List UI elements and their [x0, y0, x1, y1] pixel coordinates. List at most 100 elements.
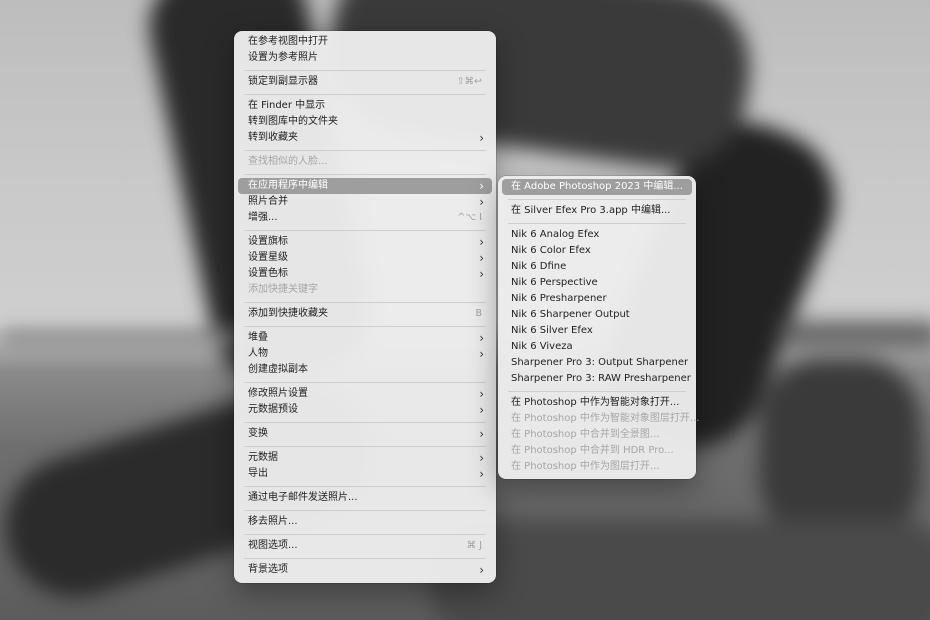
menu-separator [244, 229, 486, 231]
menu-item-create-virtual-copy[interactable]: 创建虚拟副本 [238, 362, 492, 378]
edit-in-submenu: 在 Adobe Photoshop 2023 中编辑... 在 Silver E… [498, 176, 699, 479]
chevron-right-icon: › [479, 179, 484, 193]
submenu-item-nik-viveza[interactable]: Nik 6 Viveza [502, 339, 692, 355]
menu-item-label: 在参考视图中打开 [248, 36, 328, 47]
submenu-item-nik-analog-efex[interactable]: Nik 6 Analog Efex [502, 227, 692, 243]
menu-item-email-photo[interactable]: 通过电子邮件发送照片... [238, 490, 492, 506]
menu-item-develop-settings[interactable]: 修改照片设置 › [238, 386, 492, 402]
menu-item-label: 变换 [248, 428, 268, 439]
menu-item-label: Nik 6 Perspective [511, 277, 598, 288]
submenu-item-open-as-layers: 在 Photoshop 中作为图层打开... [502, 459, 692, 475]
submenu-item-merge-to-panorama: 在 Photoshop 中合并到全景图... [502, 427, 692, 443]
submenu-item-edit-in-silver-efex[interactable]: 在 Silver Efex Pro 3.app 中编辑... [502, 203, 692, 219]
chevron-right-icon: › [479, 563, 484, 577]
menu-item-set-as-reference-photo[interactable]: 设置为参考照片 [238, 50, 492, 66]
submenu-item-nik-presharpener[interactable]: Nik 6 Presharpener [502, 291, 692, 307]
keyboard-shortcut: ⇧⌘↩ [456, 76, 482, 87]
menu-item-label: 添加快捷关键字 [248, 284, 318, 295]
menu-item-label: 转到图库中的文件夹 [248, 116, 338, 127]
menu-separator [244, 325, 486, 327]
menu-item-show-in-finder[interactable]: 在 Finder 中显示 [238, 98, 492, 114]
menu-item-add-to-quick-collection[interactable]: 添加到快捷收藏夹 B [238, 306, 492, 322]
menu-separator [244, 421, 486, 423]
menu-separator [244, 381, 486, 383]
menu-separator [244, 445, 486, 447]
chevron-right-icon: › [479, 347, 484, 361]
chevron-right-icon: › [479, 331, 484, 345]
submenu-item-merge-to-hdr-pro: 在 Photoshop 中合并到 HDR Pro... [502, 443, 692, 459]
menu-separator [244, 173, 486, 175]
submenu-item-open-as-smart-object-layers: 在 Photoshop 中作为智能对象图层打开... [502, 411, 699, 427]
menu-item-edit-in-application[interactable]: 在应用程序中编辑 › [238, 178, 492, 194]
menu-separator [244, 509, 486, 511]
menu-item-metadata[interactable]: 元数据 › [238, 450, 492, 466]
menu-item-find-similar-faces: 查找相似的人脸... [238, 154, 492, 170]
menu-item-label: 通过电子邮件发送照片... [248, 492, 358, 503]
chevron-right-icon: › [479, 403, 484, 417]
menu-item-stacking[interactable]: 堆叠 › [238, 330, 492, 346]
submenu-item-sharpener-output[interactable]: Sharpener Pro 3: Output Sharpener [502, 355, 692, 371]
menu-item-photo-merge[interactable]: 照片合并 › [238, 194, 492, 210]
menu-item-go-to-collection[interactable]: 转到收藏夹 › [238, 130, 492, 146]
menu-item-remove-photo[interactable]: 移去照片... [238, 514, 492, 530]
menu-item-label: 设置旗标 [248, 236, 288, 247]
context-menu: 在参考视图中打开 设置为参考照片 锁定到副显示器 ⇧⌘↩ 在 Finder 中显示… [234, 31, 496, 583]
menu-item-label: 照片合并 [248, 196, 288, 207]
menu-item-label: 在 Adobe Photoshop 2023 中编辑... [511, 181, 683, 192]
menu-item-people[interactable]: 人物 › [238, 346, 492, 362]
menu-item-view-options[interactable]: 视图选项... ⌘ J [238, 538, 492, 554]
submenu-item-nik-perspective[interactable]: Nik 6 Perspective [502, 275, 692, 291]
keyboard-shortcut: ⌘ J [466, 540, 482, 551]
chevron-right-icon: › [479, 251, 484, 265]
chevron-right-icon: › [479, 131, 484, 145]
menu-item-label: Nik 6 Sharpener Output [511, 309, 630, 320]
menu-item-set-color-label[interactable]: 设置色标 › [238, 266, 492, 282]
menu-item-label: Nik 6 Analog Efex [511, 229, 600, 240]
submenu-item-edit-in-photoshop[interactable]: 在 Adobe Photoshop 2023 中编辑... [502, 179, 692, 195]
menu-separator [244, 485, 486, 487]
menu-separator [244, 149, 486, 151]
menu-item-set-flag[interactable]: 设置旗标 › [238, 234, 492, 250]
menu-item-label: 背景选项 [248, 564, 288, 575]
menu-item-label: 修改照片设置 [248, 388, 308, 399]
chevron-right-icon: › [479, 467, 484, 481]
menu-item-open-in-reference-view[interactable]: 在参考视图中打开 [238, 34, 492, 50]
submenu-item-open-as-smart-object[interactable]: 在 Photoshop 中作为智能对象打开... [502, 395, 692, 411]
menu-item-label: 在 Finder 中显示 [248, 100, 326, 111]
menu-separator [244, 69, 486, 71]
submenu-item-nik-color-efex[interactable]: Nik 6 Color Efex [502, 243, 692, 259]
menu-item-label: 在 Silver Efex Pro 3.app 中编辑... [511, 205, 671, 216]
submenu-item-nik-dfine[interactable]: Nik 6 Dfine [502, 259, 692, 275]
menu-item-label: 在 Photoshop 中作为智能对象打开... [511, 397, 680, 408]
photo-background: 在参考视图中打开 设置为参考照片 锁定到副显示器 ⇧⌘↩ 在 Finder 中显示… [0, 0, 930, 620]
menu-item-label: 视图选项... [248, 540, 298, 551]
menu-item-set-rating[interactable]: 设置星级 › [238, 250, 492, 266]
menu-item-label: 在 Photoshop 中作为智能对象图层打开... [511, 413, 700, 424]
menu-item-label: 元数据预设 [248, 404, 298, 415]
menu-item-add-shortcut-keyword: 添加快捷关键字 [238, 282, 492, 298]
menu-item-label: 人物 [248, 348, 268, 359]
menu-item-label: 堆叠 [248, 332, 268, 343]
menu-item-label: Nik 6 Viveza [511, 341, 573, 352]
menu-item-label: 在 Photoshop 中合并到 HDR Pro... [511, 445, 674, 456]
chevron-right-icon: › [479, 427, 484, 441]
menu-item-label: Nik 6 Color Efex [511, 245, 591, 256]
menu-item-lock-to-secondary-display[interactable]: 锁定到副显示器 ⇧⌘↩ [238, 74, 492, 90]
menu-separator [508, 390, 686, 392]
menu-item-label: 设置为参考照片 [248, 52, 318, 63]
menu-item-go-to-folder-in-library[interactable]: 转到图库中的文件夹 [238, 114, 492, 130]
menu-item-background-options[interactable]: 背景选项 › [238, 562, 492, 578]
menu-separator [508, 198, 686, 200]
menu-item-metadata-presets[interactable]: 元数据预设 › [238, 402, 492, 418]
menu-item-label: 设置色标 [248, 268, 288, 279]
menu-item-export[interactable]: 导出 › [238, 466, 492, 482]
menu-item-label: 添加到快捷收藏夹 [248, 308, 328, 319]
menu-separator [244, 557, 486, 559]
submenu-item-sharpener-raw-presharpener[interactable]: Sharpener Pro 3: RAW Presharpener [502, 371, 692, 387]
submenu-item-nik-sharpener-output[interactable]: Nik 6 Sharpener Output [502, 307, 692, 323]
submenu-item-nik-silver-efex[interactable]: Nik 6 Silver Efex [502, 323, 692, 339]
menu-item-transform[interactable]: 变换 › [238, 426, 492, 442]
menu-item-label: 查找相似的人脸... [248, 156, 328, 167]
keyboard-shortcut: B [475, 308, 482, 319]
menu-item-enhance[interactable]: 增强... ^⌥ I [238, 210, 492, 226]
